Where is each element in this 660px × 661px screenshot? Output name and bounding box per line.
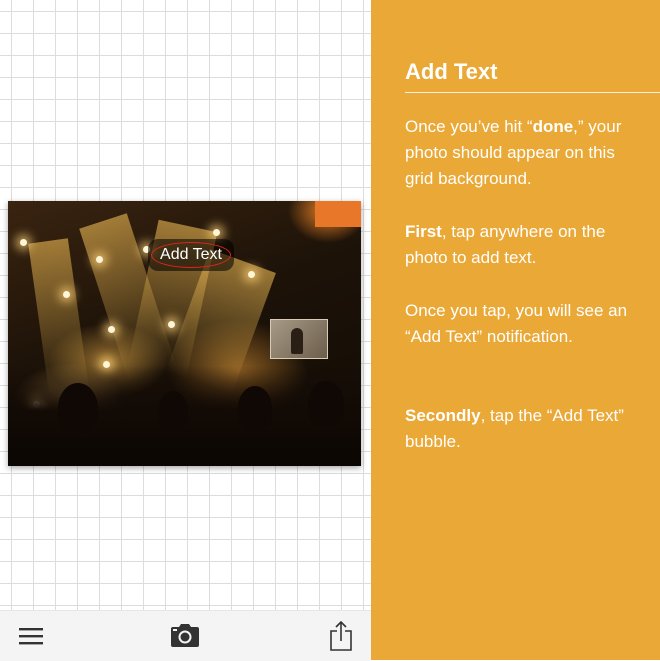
crowd-head bbox=[58, 383, 98, 433]
camera-icon bbox=[171, 624, 199, 647]
instruction-paragraph-3: Once you tap, you will see an “Add Text”… bbox=[405, 298, 645, 350]
instruction-paragraph-1: Once you’ve hit “done,” your photo shoul… bbox=[405, 114, 645, 192]
text: Once you tap, you will see an “Add Text”… bbox=[405, 301, 628, 346]
spotlight bbox=[248, 271, 255, 278]
stage-backdrop bbox=[315, 201, 361, 227]
crowd-head bbox=[238, 386, 272, 430]
instructions-panel: Add Text Once you’ve hit “done,” your ph… bbox=[371, 0, 660, 660]
instruction-paragraph-4: Secondly, tap the “Add Text” bubble. bbox=[405, 403, 645, 455]
spotlight bbox=[108, 326, 115, 333]
menu-button[interactable] bbox=[14, 611, 48, 661]
crowd-head bbox=[308, 381, 344, 427]
panel-title: Add Text bbox=[405, 59, 498, 84]
stage-screen bbox=[270, 319, 328, 359]
add-text-bubble[interactable]: Add Text bbox=[148, 239, 234, 271]
share-button[interactable] bbox=[326, 611, 356, 661]
share-icon bbox=[330, 621, 352, 651]
title-divider bbox=[405, 92, 660, 93]
instruction-paragraph-2: First, tap anywhere on the photo to add … bbox=[405, 219, 645, 271]
emphasis-secondly: Secondly bbox=[405, 406, 481, 425]
add-text-bubble-label: Add Text bbox=[160, 246, 222, 263]
emphasis-first: First bbox=[405, 222, 442, 241]
grid-canvas: Add Text bbox=[0, 0, 371, 610]
spotlight bbox=[213, 229, 220, 236]
text: Once you’ve hit “ bbox=[405, 117, 533, 136]
bottom-toolbar bbox=[0, 610, 371, 661]
spotlight bbox=[63, 291, 70, 298]
spotlight bbox=[168, 321, 175, 328]
crowd-head bbox=[158, 391, 188, 431]
camera-button[interactable] bbox=[166, 611, 204, 661]
spotlight bbox=[20, 239, 27, 246]
hamburger-menu-icon bbox=[19, 628, 43, 645]
emphasis-done: done bbox=[532, 117, 574, 136]
spotlight bbox=[96, 256, 103, 263]
